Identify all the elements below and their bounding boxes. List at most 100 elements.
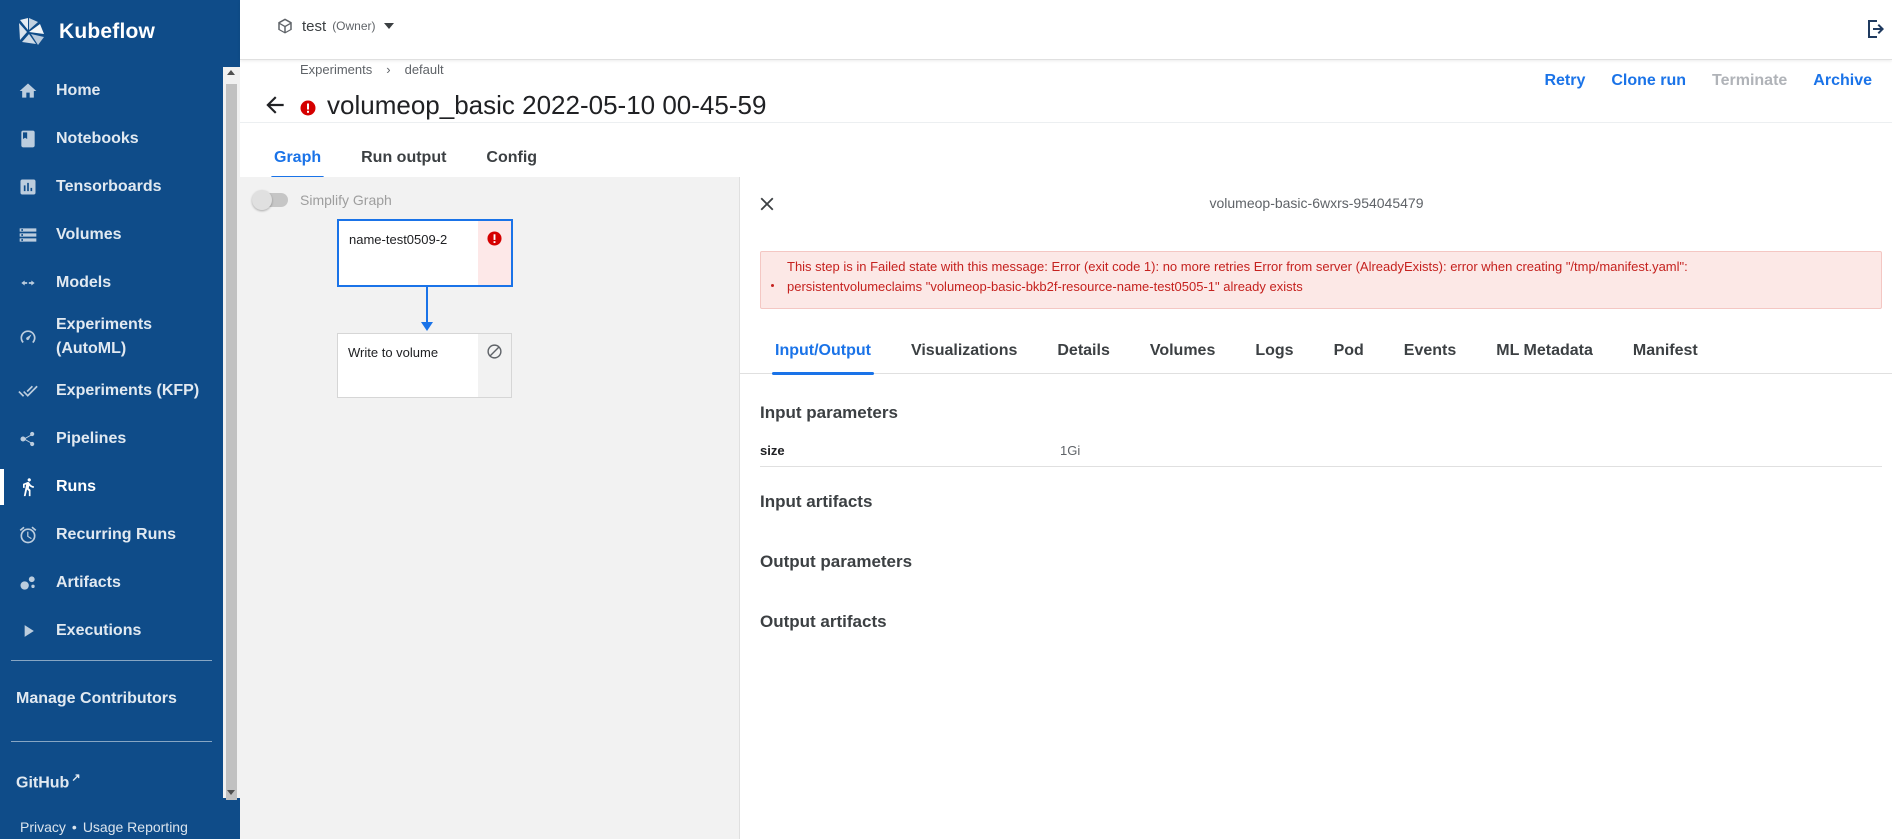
- logout-icon[interactable]: [1864, 17, 1888, 41]
- sidebar-item-recurring-runs[interactable]: Recurring Runs: [0, 511, 223, 559]
- graph-node-label: name-test0509-2: [349, 232, 448, 247]
- sidebar-item-label: Tensorboards: [56, 178, 162, 195]
- privacy-link[interactable]: Privacy: [20, 819, 66, 835]
- sidebar-item-pipelines[interactable]: Pipelines: [0, 415, 223, 463]
- breadcrumb: Experiments › default: [300, 62, 444, 77]
- sidebar-item-label: Experiments (AutoML): [56, 316, 153, 357]
- node-status-area: [478, 334, 511, 397]
- scroll-thumb[interactable]: [226, 84, 237, 800]
- details-tabs: Input/Output Visualizations Details Volu…: [740, 332, 1892, 375]
- toggle-track: [252, 190, 288, 210]
- graph-edge-arrow: [421, 322, 433, 331]
- graph-panel: Simplify Graph name-test0509-2 Write to …: [240, 177, 739, 839]
- alarm-icon: [18, 525, 38, 545]
- usage-reporting-link[interactable]: Usage Reporting: [83, 819, 188, 835]
- page-title: volumeop_basic 2022-05-10 00-45-59: [327, 90, 767, 120]
- sidebar-item-label: Volumes: [56, 226, 122, 243]
- error-message-line: persistentvolumeclaims "volumeop-basic-b…: [787, 279, 1303, 294]
- scroll-up-arrow-icon[interactable]: [227, 70, 235, 75]
- tab-ml-metadata[interactable]: ML Metadata: [1496, 332, 1593, 374]
- simplify-graph-label: Simplify Graph: [300, 192, 392, 208]
- book-icon: [18, 129, 38, 149]
- footer-links: Privacy • Usage Reporting: [20, 819, 188, 835]
- panel-title: volumeop-basic-6wxrs-954045479: [1209, 195, 1424, 211]
- sidebar-divider: [11, 660, 212, 661]
- sidebar-item-label: Executions: [56, 622, 142, 639]
- retry-button[interactable]: Retry: [1544, 72, 1585, 90]
- sidebar-item-tensorboards[interactable]: Tensorboards: [0, 163, 223, 211]
- brand-name: Kubeflow: [59, 20, 156, 43]
- sidebar-item-models[interactable]: Models: [0, 259, 223, 307]
- terminate-button[interactable]: Terminate: [1712, 72, 1787, 90]
- back-arrow-icon[interactable]: [262, 92, 288, 118]
- kubeflow-logo-icon: [19, 18, 44, 45]
- speed-gauge-icon: [18, 327, 38, 347]
- archive-button[interactable]: Archive: [1813, 72, 1872, 90]
- tab-details[interactable]: Details: [1057, 332, 1109, 374]
- section-input-parameters: Input parameters: [760, 403, 898, 422]
- sidebar-item-artifacts[interactable]: Artifacts: [0, 559, 223, 607]
- section-output-artifacts: Output artifacts: [760, 612, 887, 631]
- sidebar-item-volumes[interactable]: Volumes: [0, 211, 223, 259]
- error-banner: This step is in Failed state with this m…: [760, 251, 1882, 309]
- toggle-knob: [252, 190, 272, 210]
- tab-graph[interactable]: Graph: [270, 149, 325, 179]
- home-icon: [18, 81, 38, 101]
- topbar: test (Owner): [240, 0, 1892, 60]
- storage-icon: [18, 225, 38, 245]
- sidebar-item-label: Notebooks: [56, 130, 139, 147]
- sidebar-item-runs[interactable]: Runs: [0, 463, 223, 511]
- graph-node-name-test[interactable]: name-test0509-2: [337, 219, 513, 287]
- breadcrumb-separator: ›: [386, 62, 391, 77]
- sidebar-item-label: Recurring Runs: [56, 526, 177, 543]
- external-link-icon: ↗: [71, 772, 81, 784]
- dropdown-caret-icon: [383, 23, 394, 29]
- tab-manifest[interactable]: Manifest: [1633, 332, 1698, 374]
- tab-config[interactable]: Config: [486, 149, 537, 177]
- sidebar-item-notebooks[interactable]: Notebooks: [0, 115, 223, 163]
- simplify-graph-toggle[interactable]: Simplify Graph: [252, 190, 392, 210]
- pipeline-icon: [18, 429, 38, 449]
- play-arrow-icon: [18, 621, 38, 641]
- sidebar-item-experiments-kfp[interactable]: Experiments (KFP): [0, 367, 223, 415]
- sidebar-item-label: Experiments (KFP): [56, 382, 200, 399]
- footer-separator: •: [71, 819, 77, 835]
- sidebar-scrollbar[interactable]: [223, 67, 240, 800]
- section-input-artifacts: Input artifacts: [760, 492, 873, 511]
- sidebar-item-label: Home: [56, 82, 101, 99]
- tab-volumes[interactable]: Volumes: [1150, 332, 1216, 374]
- runner-icon: [18, 477, 38, 497]
- sidebar: Kubeflow Home Notebooks Tensorboards Vol…: [0, 0, 240, 839]
- github-link[interactable]: GitHub ↗: [16, 771, 81, 792]
- error-message-line: This step is in Failed state with this m…: [787, 259, 1688, 274]
- done-all-icon: [18, 381, 38, 401]
- sidebar-item-experiments-automl[interactable]: Experiments (AutoML): [0, 307, 223, 367]
- graph-node-write-to-volume[interactable]: Write to volume: [337, 333, 512, 398]
- sidebar-item-executions[interactable]: Executions: [0, 607, 223, 655]
- chart-icon: [18, 177, 38, 197]
- breadcrumb-experiments[interactable]: Experiments: [300, 62, 372, 77]
- header-divider: [240, 122, 1892, 123]
- clone-run-button[interactable]: Clone run: [1611, 72, 1686, 90]
- error-status-icon: [487, 231, 502, 246]
- param-value: 1Gi: [1060, 443, 1081, 458]
- tab-events[interactable]: Events: [1404, 332, 1456, 374]
- scroll-down-arrow-icon[interactable]: [227, 790, 235, 795]
- manage-contributors-link[interactable]: Manage Contributors: [16, 690, 177, 708]
- github-label: GitHub: [16, 774, 70, 792]
- param-key: size: [760, 443, 785, 458]
- run-actions: Retry Clone run Terminate Archive: [1518, 72, 1872, 90]
- skipped-status-icon: [487, 344, 502, 359]
- tab-run-output[interactable]: Run output: [361, 149, 446, 177]
- tab-pod[interactable]: Pod: [1334, 332, 1364, 374]
- sidebar-item-home[interactable]: Home: [0, 67, 223, 115]
- node-details-panel: volumeop-basic-6wxrs-954045479 This step…: [739, 177, 1892, 839]
- param-row: size 1Gi: [760, 443, 1882, 467]
- tab-logs[interactable]: Logs: [1255, 332, 1293, 374]
- sidebar-item-label: Models: [56, 274, 112, 291]
- brand[interactable]: Kubeflow: [16, 14, 155, 50]
- tab-visualizations[interactable]: Visualizations: [911, 332, 1017, 374]
- namespace-selector[interactable]: test (Owner): [276, 17, 394, 35]
- tab-input-output[interactable]: Input/Output: [772, 332, 874, 375]
- breadcrumb-default[interactable]: default: [405, 62, 444, 77]
